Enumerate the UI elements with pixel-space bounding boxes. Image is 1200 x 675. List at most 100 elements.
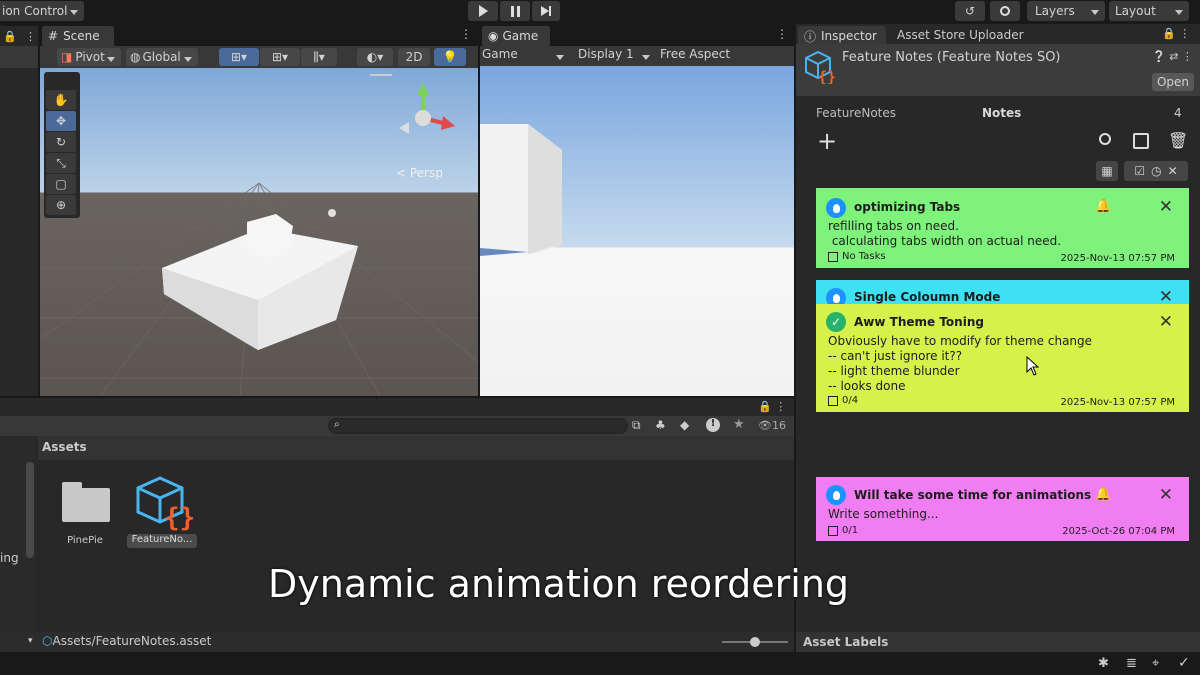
assets-header-bar <box>38 436 794 460</box>
hierarchy-toolbar <box>0 46 38 68</box>
move-icon: ✥ <box>55 114 67 128</box>
tab-inspector[interactable]: ⓘ Inspector <box>798 26 886 46</box>
checkbox-icon <box>828 251 838 262</box>
note-tasks[interactable]: 0/1 <box>828 525 858 536</box>
note-close-button[interactable]: ✕ <box>1159 312 1173 332</box>
note-card[interactable]: Single Coloumn Mode ✕ <box>816 280 1189 304</box>
filter-type-icon[interactable]: ⧉ <box>632 418 641 433</box>
game-menu-icon[interactable]: ⋮ <box>776 27 788 41</box>
open-button[interactable]: Open <box>1152 73 1194 91</box>
project-search-input[interactable]: ⌕ <box>328 418 628 434</box>
note-title[interactable]: Will take some time for animations <box>854 488 1091 502</box>
chevron-down-icon[interactable]: ▾ <box>28 636 33 646</box>
bell-icon[interactable]: 🔔 <box>1095 199 1111 214</box>
history-button[interactable]: ↺ <box>955 1 985 21</box>
tab-scene[interactable]: # Scene <box>42 26 114 46</box>
notes-count: 4 <box>1174 106 1182 120</box>
global-dropdown[interactable]: ◍ Global <box>126 48 198 66</box>
play-button[interactable] <box>468 1 498 21</box>
note-title[interactable]: Single Coloumn Mode <box>854 290 1000 304</box>
visible-count-value: 16 <box>771 419 786 432</box>
note-close-button[interactable]: ✕ <box>1159 287 1173 304</box>
trash-icon[interactable]: 🗑 <box>1168 131 1188 150</box>
zoom-slider-handle[interactable] <box>750 637 760 647</box>
check-circle-icon[interactable]: ✓ <box>1178 655 1190 671</box>
lightbulb-icon <box>826 288 846 304</box>
mode-2d-button[interactable]: 2D <box>398 48 430 66</box>
scene-menu-icon[interactable]: ⋮ <box>460 27 472 41</box>
grid-view-icon[interactable]: ▦ <box>1096 161 1118 181</box>
note-body[interactable]: Write something... <box>828 507 938 522</box>
debug-icon[interactable]: ⌖ <box>1152 656 1159 671</box>
persp-label[interactable]: < Persp <box>396 166 443 180</box>
filter-controls[interactable]: ☑ ◷ ✕ <box>1124 161 1188 181</box>
scriptable-object-icon[interactable]: {} <box>134 474 196 533</box>
note-title[interactable]: optimizing Tabs <box>854 200 960 214</box>
display-dropdown[interactable]: Display 1 <box>578 46 656 64</box>
tree-scrollbar[interactable] <box>26 462 34 558</box>
note-tasks[interactable]: 0/4 <box>828 395 858 406</box>
project-lock-icon[interactable]: 🔒 ⋮ <box>758 400 786 413</box>
note-close-button[interactable]: ✕ <box>1159 485 1173 505</box>
bell-icon[interactable]: 🔔 <box>1095 487 1111 502</box>
note-close-button[interactable]: ✕ <box>1159 197 1173 217</box>
lightbulb-icon <box>826 485 846 505</box>
add-note-button[interactable]: + <box>817 127 837 155</box>
tab-asset-store-uploader[interactable]: Asset Store Uploader <box>897 28 1024 42</box>
rect-tool[interactable]: ▢ <box>46 174 76 194</box>
archive-icon[interactable] <box>1133 133 1149 149</box>
shading-icon: ◐▾ <box>366 50 384 64</box>
asset-label-featurenotes[interactable]: FeatureNo... <box>127 534 197 548</box>
favorite-star-icon[interactable]: ★ <box>733 417 745 432</box>
inspector-header-icons[interactable]: ❔ ⇄ ⋮ <box>1152 50 1193 63</box>
hand-tool[interactable]: ✋ <box>46 90 76 110</box>
shading-button[interactable]: ◐▾ <box>357 48 393 66</box>
asset-labels-header[interactable]: Asset Labels <box>803 635 888 649</box>
kebab-menu-icon[interactable]: ⋮ <box>25 30 36 43</box>
note-card[interactable]: ✓ Aww Theme Toning ✕ Obviously have to m… <box>816 304 1189 412</box>
version-control-dropdown[interactable]: ion Control <box>0 1 84 21</box>
note-card[interactable]: Will take some time for animations 🔔 ✕ W… <box>816 477 1189 541</box>
note-title[interactable]: Aww Theme Toning <box>854 315 984 329</box>
move-tool[interactable]: ✥ <box>46 111 76 131</box>
game-viewport[interactable] <box>480 66 794 396</box>
scene-viewport[interactable]: < Persp <box>40 68 478 396</box>
search-button[interactable] <box>990 1 1020 21</box>
scale-tool[interactable]: ⤡ <box>46 153 76 173</box>
tab-game[interactable]: ◉ Game <box>482 26 550 46</box>
view-gizmo[interactable] <box>395 78 457 148</box>
lighting-button[interactable]: 💡 <box>434 48 466 66</box>
lock-icon[interactable]: 🔒 <box>3 30 17 43</box>
rotate-tool[interactable]: ↻ <box>46 132 76 152</box>
note-card[interactable]: optimizing Tabs 🔔 ✕ refilling tabs on ne… <box>816 188 1189 268</box>
layers-dropdown[interactable]: Layers <box>1027 1 1105 21</box>
filter-component-icon[interactable]: ♣ <box>655 418 666 432</box>
visible-count[interactable]: 👁16 <box>758 419 786 432</box>
small-cube[interactable] <box>247 214 293 258</box>
align-button[interactable]: ⫼▾ <box>301 48 337 66</box>
asset-label-pinepie[interactable]: PinePie <box>60 535 110 546</box>
pause-button[interactable] <box>500 1 530 21</box>
inspector-lock-icon[interactable]: 🔒 ⋮ <box>1162 27 1190 40</box>
hierarchy-panel: 🔒 ⋮ <box>0 26 38 396</box>
aspect-dropdown[interactable]: Free Aspect <box>660 47 730 61</box>
search-icon[interactable] <box>1099 133 1111 145</box>
zoom-slider[interactable] <box>722 637 788 647</box>
transform-tool[interactable]: ⊕ <box>46 195 76 215</box>
game-dropdown[interactable]: Game <box>482 46 570 64</box>
label-icon[interactable]: ◆ <box>680 418 689 432</box>
note-tasks[interactable]: No Tasks <box>828 251 886 262</box>
grid-snap-button[interactable]: ⊞▾ <box>219 48 259 66</box>
folder-icon[interactable] <box>60 480 110 522</box>
note-body[interactable]: Obviously have to modify for theme chang… <box>828 334 1092 394</box>
layout-dropdown[interactable]: Layout <box>1109 1 1189 21</box>
note-body[interactable]: refilling tabs on need. calculating tabs… <box>828 219 1061 249</box>
increment-snap-button[interactable]: ⊞▾ <box>260 48 300 66</box>
bug-icon[interactable]: ✱ <box>1098 656 1109 671</box>
cache-icon[interactable]: ≣ <box>1126 656 1137 671</box>
step-button[interactable] <box>532 1 560 21</box>
project-tree-item[interactable]: ing <box>0 551 19 565</box>
pivot-dropdown[interactable]: ◨ Pivot <box>57 48 121 66</box>
info-icon[interactable]: ! <box>706 418 720 432</box>
increment-snap-icon: ⊞▾ <box>271 50 289 64</box>
